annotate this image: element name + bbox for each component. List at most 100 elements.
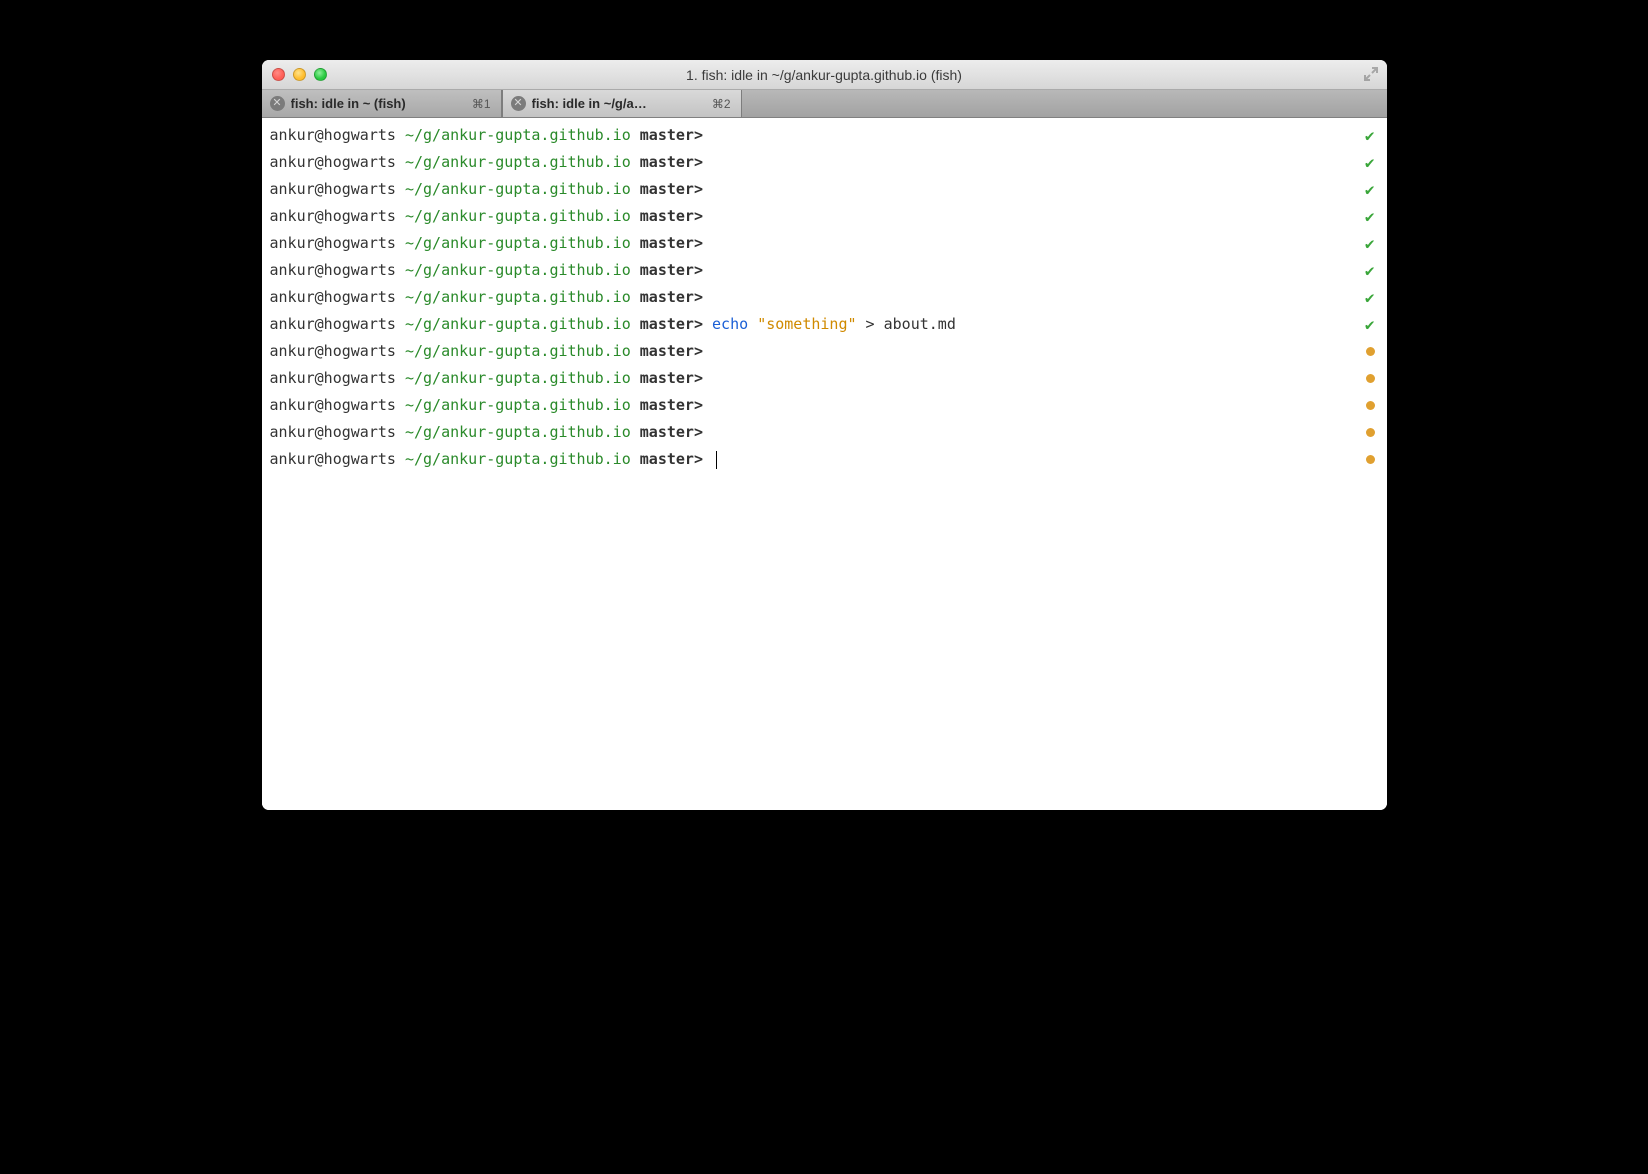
status-check-icon: ✔ [1365, 284, 1375, 311]
prompt-path: ~/g/ankur-gupta.github.io [405, 257, 631, 284]
prompt-user: ankur@hogwarts [270, 419, 405, 446]
tab-label: fish: idle in ~ (fish) [291, 96, 466, 111]
prompt-user: ankur@hogwarts [270, 203, 405, 230]
prompt-symbol: > [694, 149, 712, 176]
dot-icon [1366, 374, 1375, 383]
prompt-symbol: > [694, 446, 712, 473]
tabbar: ✕ fish: idle in ~ (fish) ⌘1 ✕ fish: idle… [262, 90, 1387, 118]
close-glyph: ✕ [513, 98, 522, 109]
status-dirty-icon [1366, 338, 1375, 365]
prompt-path: ~/g/ankur-gupta.github.io [405, 446, 631, 473]
titlebar[interactable]: 1. fish: idle in ~/g/ankur-gupta.github.… [262, 60, 1387, 90]
prompt-branch: master [631, 365, 694, 392]
prompt-user: ankur@hogwarts [270, 149, 405, 176]
prompt-branch: master [631, 392, 694, 419]
cursor [716, 451, 717, 469]
status-check-icon: ✔ [1365, 149, 1375, 176]
prompt-user: ankur@hogwarts [270, 257, 405, 284]
prompt-user: ankur@hogwarts [270, 284, 405, 311]
close-glyph: ✕ [272, 98, 281, 109]
prompt-user: ankur@hogwarts [270, 392, 405, 419]
status-check-icon: ✔ [1365, 230, 1375, 257]
close-icon[interactable]: ✕ [270, 96, 285, 111]
prompt-branch: master [631, 446, 694, 473]
status-dirty-icon [1366, 446, 1375, 473]
prompt-symbol: > [694, 176, 712, 203]
fullscreen-icon[interactable] [1363, 66, 1379, 82]
command-keyword: echo [712, 311, 757, 338]
terminal-line: ankur@hogwarts ~/g/ankur-gupta.github.io… [270, 230, 1379, 257]
dot-icon [1366, 347, 1375, 356]
prompt-symbol: > [694, 284, 712, 311]
prompt-path: ~/g/ankur-gupta.github.io [405, 203, 631, 230]
prompt-symbol: > [694, 230, 712, 257]
prompt-path: ~/g/ankur-gupta.github.io [405, 176, 631, 203]
dot-icon [1366, 455, 1375, 464]
prompt-symbol: > [694, 338, 712, 365]
prompt-user: ankur@hogwarts [270, 446, 405, 473]
prompt-branch: master [631, 176, 694, 203]
window-title: 1. fish: idle in ~/g/ankur-gupta.github.… [262, 67, 1387, 83]
prompt-path: ~/g/ankur-gupta.github.io [405, 284, 631, 311]
prompt-path: ~/g/ankur-gupta.github.io [405, 149, 631, 176]
prompt-branch: master [631, 284, 694, 311]
prompt-symbol: > [694, 257, 712, 284]
terminal-line: ankur@hogwarts ~/g/ankur-gupta.github.io… [270, 338, 1379, 365]
dot-icon [1366, 428, 1375, 437]
terminal-line: ankur@hogwarts ~/g/ankur-gupta.github.io… [270, 176, 1379, 203]
prompt-user: ankur@hogwarts [270, 338, 405, 365]
prompt-symbol: > [694, 311, 712, 338]
traffic-lights [262, 68, 327, 81]
prompt-symbol: > [694, 392, 712, 419]
zoom-window-button[interactable] [314, 68, 327, 81]
prompt-path: ~/g/ankur-gupta.github.io [405, 122, 631, 149]
tab-1[interactable]: ✕ fish: idle in ~ (fish) ⌘1 [262, 90, 502, 117]
prompt-branch: master [631, 419, 694, 446]
terminal-body[interactable]: ankur@hogwarts ~/g/ankur-gupta.github.io… [262, 118, 1387, 810]
prompt-symbol: > [694, 203, 712, 230]
prompt-branch: master [631, 230, 694, 257]
prompt-symbol: > [694, 122, 712, 149]
prompt-branch: master [631, 338, 694, 365]
terminal-line: ankur@hogwarts ~/g/ankur-gupta.github.io… [270, 122, 1379, 149]
tab-2[interactable]: ✕ fish: idle in ~/g/a… ⌘2 [502, 90, 742, 117]
status-check-icon: ✔ [1365, 176, 1375, 203]
prompt-path: ~/g/ankur-gupta.github.io [405, 392, 631, 419]
terminal-line: ankur@hogwarts ~/g/ankur-gupta.github.io… [270, 311, 1379, 338]
prompt-path: ~/g/ankur-gupta.github.io [405, 338, 631, 365]
command-string: "something" [757, 311, 856, 338]
close-window-button[interactable] [272, 68, 285, 81]
minimize-window-button[interactable] [293, 68, 306, 81]
prompt-branch: master [631, 311, 694, 338]
prompt-path: ~/g/ankur-gupta.github.io [405, 230, 631, 257]
tab-shortcut: ⌘1 [472, 97, 491, 111]
prompt-user: ankur@hogwarts [270, 230, 405, 257]
prompt-branch: master [631, 257, 694, 284]
prompt-branch: master [631, 122, 694, 149]
close-icon[interactable]: ✕ [511, 96, 526, 111]
status-dirty-icon [1366, 419, 1375, 446]
prompt-user: ankur@hogwarts [270, 176, 405, 203]
status-dirty-icon [1366, 365, 1375, 392]
terminal-line: ankur@hogwarts ~/g/ankur-gupta.github.io… [270, 392, 1379, 419]
terminal-line: ankur@hogwarts ~/g/ankur-gupta.github.io… [270, 149, 1379, 176]
prompt-path: ~/g/ankur-gupta.github.io [405, 419, 631, 446]
prompt-user: ankur@hogwarts [270, 365, 405, 392]
terminal-line: ankur@hogwarts ~/g/ankur-gupta.github.io… [270, 446, 1379, 473]
prompt-symbol: > [694, 365, 712, 392]
terminal-line: ankur@hogwarts ~/g/ankur-gupta.github.io… [270, 365, 1379, 392]
terminal-window: 1. fish: idle in ~/g/ankur-gupta.github.… [262, 60, 1387, 810]
prompt-path: ~/g/ankur-gupta.github.io [405, 311, 631, 338]
terminal-line: ankur@hogwarts ~/g/ankur-gupta.github.io… [270, 284, 1379, 311]
prompt-user: ankur@hogwarts [270, 311, 405, 338]
prompt-branch: master [631, 203, 694, 230]
command-rest: > about.md [857, 311, 956, 338]
tab-shortcut: ⌘2 [712, 97, 731, 111]
terminal-line: ankur@hogwarts ~/g/ankur-gupta.github.io… [270, 203, 1379, 230]
dot-icon [1366, 401, 1375, 410]
status-check-icon: ✔ [1365, 257, 1375, 284]
status-check-icon: ✔ [1365, 122, 1375, 149]
terminal-line: ankur@hogwarts ~/g/ankur-gupta.github.io… [270, 257, 1379, 284]
status-dirty-icon [1366, 392, 1375, 419]
status-check-icon: ✔ [1365, 311, 1375, 338]
